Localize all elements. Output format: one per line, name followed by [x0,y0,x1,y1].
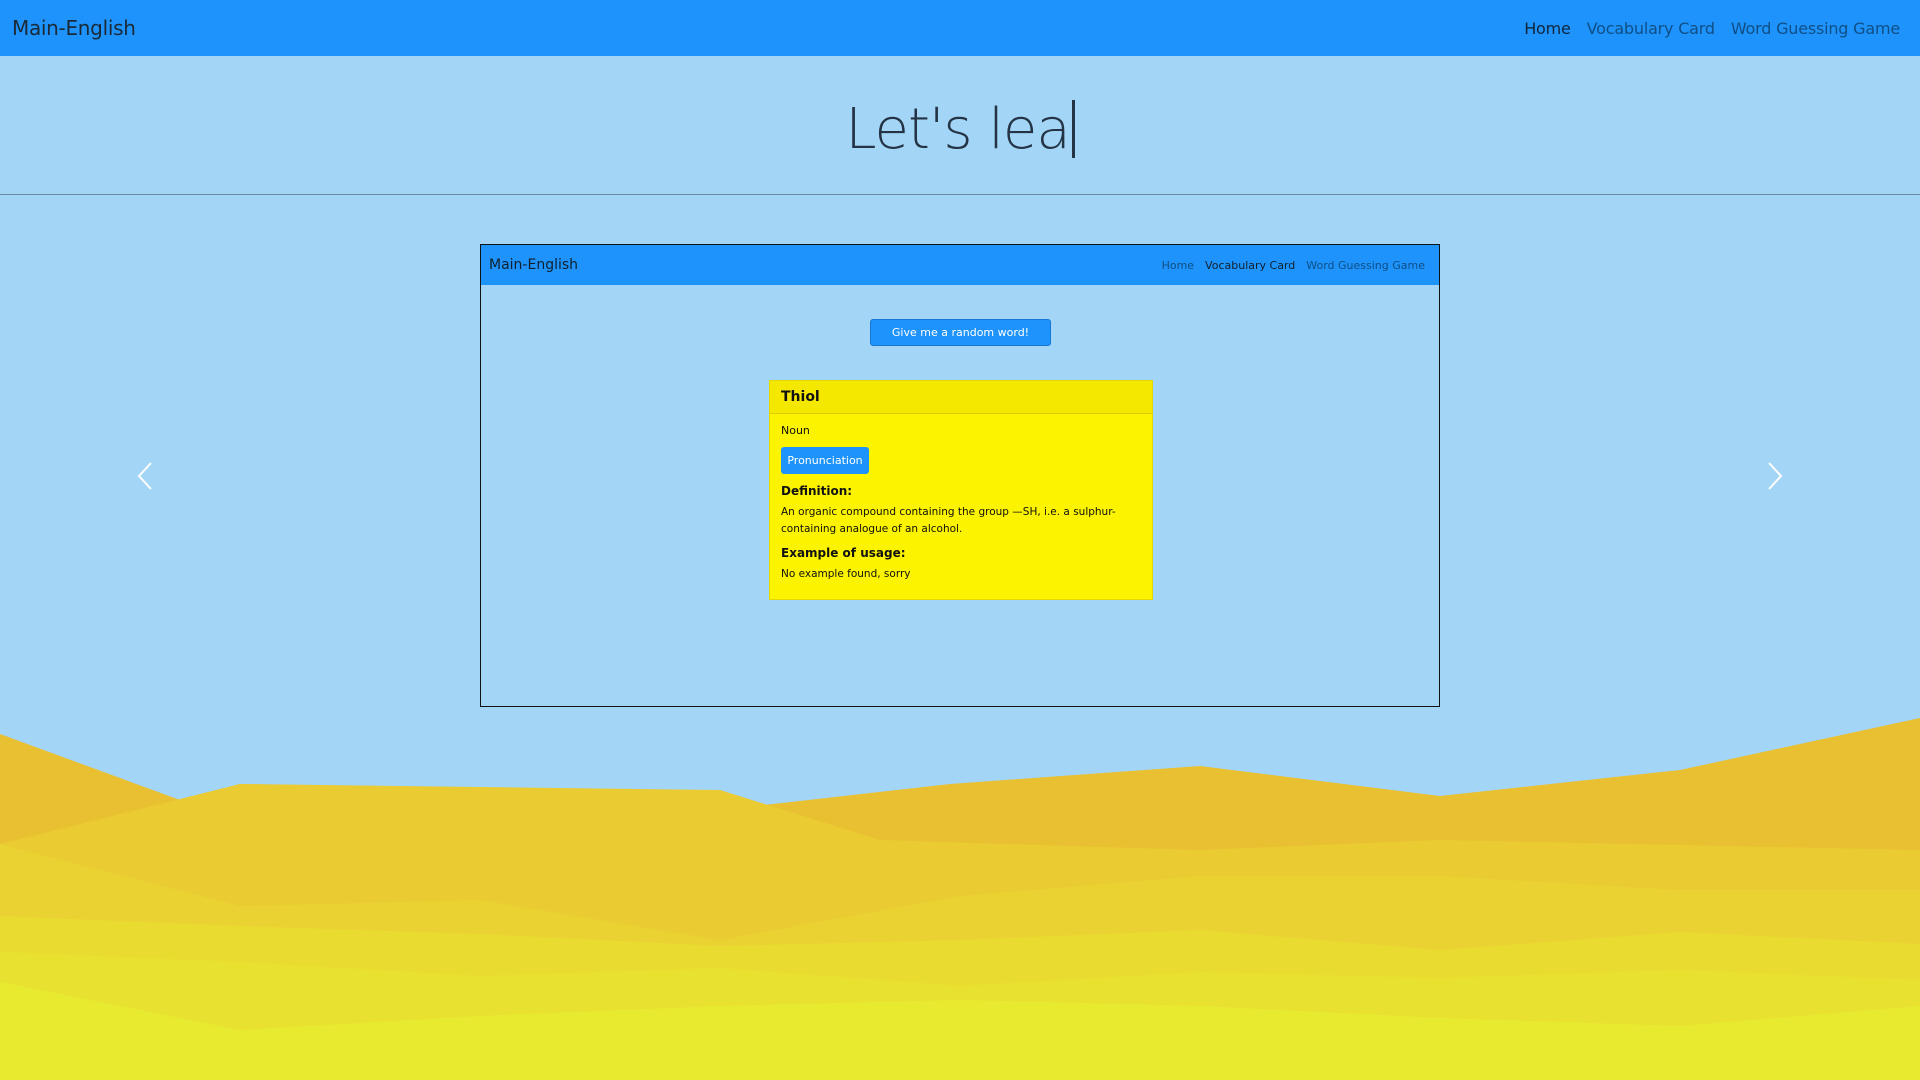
slide-brand: Main-English [489,257,579,273]
example-text: No example found, sorry [781,568,911,580]
vocabulary-card: Thiol Noun Pronunciation Definition: An … [769,380,1153,600]
brand-link[interactable]: Main-English [12,16,136,40]
top-navbar: Main-English Home Vocabulary Card Word G… [0,0,1920,56]
chevron-left-icon [137,462,152,490]
slide-navbar: Main-English Home Vocabulary Card Word G… [481,245,1439,285]
hero-section: Let's lea [0,56,1920,195]
carousel-prev-button[interactable] [130,458,160,494]
nav-link-vocabulary-card[interactable]: Vocabulary Card [1587,19,1715,38]
nav-links: Home Vocabulary Card Word Guessing Game [1524,19,1908,38]
slide-nav-link-vocabulary-card: Vocabulary Card [1205,258,1296,272]
example-title: Example of usage: [781,546,906,560]
nav-link-word-guessing-game[interactable]: Word Guessing Game [1731,19,1900,38]
part-of-speech: Noun [781,424,810,437]
slide-nav-links: Home Vocabulary Card Word Guessing Game [1162,259,1425,272]
card-word-title: Thiol [770,381,1152,414]
carousel-next-button[interactable] [1760,458,1790,494]
chevron-right-icon [1768,462,1783,490]
pronunciation-button: Pronunciation [781,447,869,474]
nav-link-home[interactable]: Home [1524,19,1571,38]
slide-nav-link-word-guessing-game: Word Guessing Game [1306,258,1425,272]
hero-title: Let's lea [845,89,1075,162]
card-body: Noun Pronunciation Definition: An organi… [770,414,1152,601]
carousel-slide: Main-English Home Vocabulary Card Word G… [480,244,1440,707]
typing-caret [1071,99,1075,158]
decorative-hills-background [0,718,1920,1080]
definition-title: Definition: [781,484,853,498]
definition-text: An organic compound containing the group… [781,506,1116,535]
slide-nav-link-home: Home [1161,258,1195,272]
typed-text: Let's lea [845,96,1070,162]
random-word-button: Give me a random word! [870,319,1051,346]
